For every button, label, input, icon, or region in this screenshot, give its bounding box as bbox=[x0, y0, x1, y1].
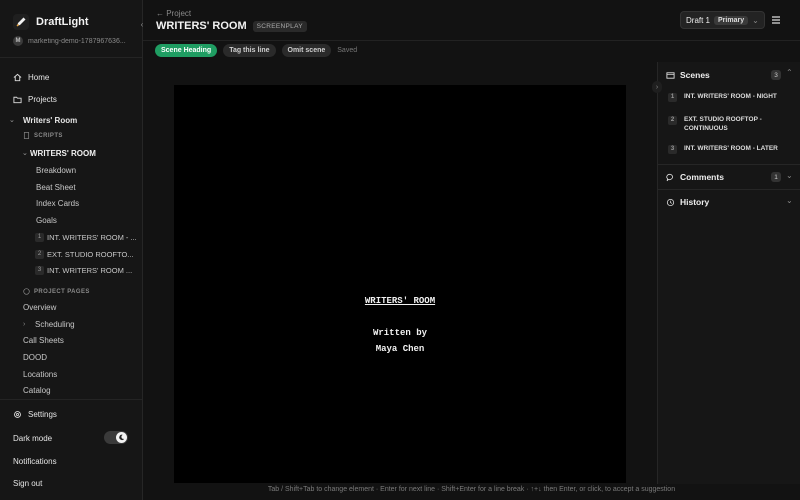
dark-mode-label: Dark mode bbox=[13, 433, 53, 443]
tag-line-button[interactable]: Tag this line bbox=[223, 44, 276, 57]
home-icon bbox=[13, 73, 22, 81]
scenes-count-badge: 3 bbox=[771, 70, 781, 80]
nav-projects[interactable]: Projects bbox=[13, 92, 57, 106]
element-type-button[interactable]: Scene Heading bbox=[155, 44, 218, 57]
collapse-sidebar-icon[interactable]: ‹ bbox=[137, 18, 147, 30]
dark-mode-toggle[interactable] bbox=[104, 431, 128, 444]
script-item-goals[interactable]: Goals bbox=[36, 214, 57, 226]
chevron-down-icon[interactable]: ⌄ bbox=[786, 196, 793, 205]
panel-scene-3[interactable]: 3 INT. WRITERS' ROOM - LATER bbox=[668, 144, 793, 154]
project-name: Writers' Room bbox=[23, 115, 78, 125]
save-status: Saved bbox=[337, 47, 358, 54]
project-pages-section-label: PROJECT PAGES bbox=[23, 288, 90, 295]
chevron-down-icon[interactable]: ⌄ bbox=[786, 171, 793, 180]
draft-name: Draft 1 bbox=[686, 15, 711, 25]
sidebar-scene-3[interactable]: 3 INT. WRITERS' ROOM ... bbox=[35, 264, 132, 276]
sidebar-divider bbox=[0, 57, 142, 58]
sidebar-scene-1[interactable]: 1 INT. WRITERS' ROOM - ... bbox=[35, 231, 137, 243]
workspace-name: marketing-demo-1787967636... bbox=[28, 37, 126, 45]
page-locations[interactable]: Locations bbox=[23, 368, 57, 380]
script-writers-room[interactable]: ⌄ WRITERS' ROOM bbox=[22, 147, 96, 159]
page-overview[interactable]: Overview bbox=[23, 301, 56, 313]
sidebar-scene-2[interactable]: 2 EXT. STUDIO ROOFTO... bbox=[35, 248, 134, 260]
page-scheduling[interactable]: › Scheduling bbox=[23, 318, 75, 330]
scenes-panel-header[interactable]: Scenes bbox=[666, 70, 710, 80]
nav-settings[interactable]: Settings bbox=[13, 407, 57, 421]
scripts-section-label: SCRIPTS bbox=[23, 132, 63, 139]
page-dood[interactable]: DOOD bbox=[23, 351, 47, 363]
nav-home-label: Home bbox=[28, 72, 50, 82]
chevron-right-icon: › bbox=[23, 320, 26, 328]
nav-sign-out[interactable]: Sign out bbox=[13, 476, 42, 490]
workspace-avatar: M bbox=[13, 36, 23, 46]
gear-icon bbox=[14, 410, 21, 418]
workspace-switcher[interactable]: M marketing-demo-1787967636... bbox=[13, 36, 133, 46]
document-title-row: WRITERS' ROOM SCREENPLAY bbox=[156, 20, 307, 32]
nav-notifications[interactable]: Notifications bbox=[13, 454, 57, 468]
panel-divider bbox=[658, 164, 800, 165]
page-catalog[interactable]: Catalog bbox=[23, 384, 51, 396]
moon-icon bbox=[116, 432, 127, 443]
scenes-list-icon bbox=[666, 71, 675, 79]
comments-count-badge: 1 bbox=[771, 172, 781, 182]
nav-projects-label: Projects bbox=[28, 94, 57, 104]
panel-divider bbox=[658, 189, 800, 190]
omit-scene-button[interactable]: Omit scene bbox=[281, 44, 332, 57]
chevron-right-icon[interactable]: › bbox=[652, 81, 662, 93]
comment-bubble-icon bbox=[666, 173, 673, 181]
history-panel-header[interactable]: History bbox=[666, 197, 709, 207]
pen-logo-icon bbox=[13, 14, 29, 30]
script-title: WRITERS' ROOM bbox=[30, 148, 96, 158]
script-item-index-cards[interactable]: Index Cards bbox=[36, 197, 79, 209]
panel-scene-1[interactable]: 1 INT. WRITERS' ROOM - NIGHT bbox=[668, 92, 793, 102]
chevron-up-icon[interactable]: ⌃ bbox=[786, 68, 793, 77]
brand[interactable]: DraftLight bbox=[13, 13, 89, 31]
script-item-beat-sheet[interactable]: Beat Sheet bbox=[36, 181, 76, 193]
comments-panel-header[interactable]: Comments bbox=[666, 172, 724, 182]
document-type-badge: SCREENPLAY bbox=[252, 20, 307, 32]
script-page[interactable]: WRITERS' ROOM Written by Maya Chen bbox=[174, 85, 626, 483]
history-clock-icon bbox=[666, 198, 675, 206]
chevron-down-icon: ⌄ bbox=[22, 150, 28, 157]
keyboard-hint: Tab / Shift+Tab to change element · Ente… bbox=[267, 486, 676, 493]
sidebar-divider bbox=[0, 399, 142, 400]
hamburger-menu-icon[interactable] bbox=[770, 14, 782, 26]
folder-icon bbox=[13, 96, 22, 103]
compass-icon bbox=[23, 288, 30, 295]
chevron-down-icon: ⌄ bbox=[752, 15, 759, 25]
nav-home[interactable]: Home bbox=[13, 70, 49, 84]
chevron-down-icon: ⌄ bbox=[9, 117, 15, 124]
nav-project-writers-room[interactable]: ⌄ Writers' Room bbox=[9, 113, 77, 127]
breadcrumb-back-to-project[interactable]: ← Project bbox=[156, 9, 191, 18]
header-divider bbox=[143, 40, 800, 41]
panel-scene-2[interactable]: 2 EXT. STUDIO ROOFTOP - CONTINUOUS bbox=[668, 115, 793, 133]
page-title: WRITERS' ROOM bbox=[156, 20, 247, 32]
script-item-breakdown[interactable]: Breakdown bbox=[36, 164, 76, 176]
title-page-written-by: Written by bbox=[372, 328, 427, 338]
draft-selector[interactable]: Draft 1 Primary ⌄ bbox=[680, 11, 765, 29]
page-call-sheets[interactable]: Call Sheets bbox=[23, 334, 64, 346]
title-page-author: Maya Chen bbox=[375, 344, 425, 354]
title-page-title: WRITERS' ROOM bbox=[364, 296, 436, 306]
editor-toolbar: Scene Heading Tag this line Omit scene S… bbox=[155, 44, 357, 57]
document-icon bbox=[23, 132, 30, 139]
brand-name: DraftLight bbox=[36, 16, 89, 28]
draft-status-badge: Primary bbox=[714, 15, 749, 25]
